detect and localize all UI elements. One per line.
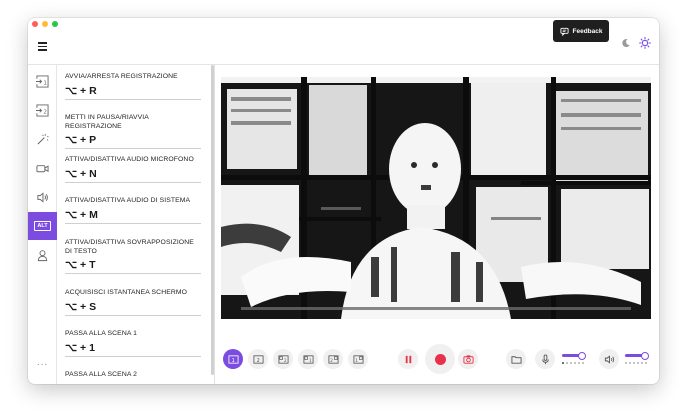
shortcut-keys: ⌥ + N: [65, 167, 97, 180]
system-volume-slider[interactable]: [625, 352, 649, 360]
shortcut-keys: ⌥ + M: [65, 208, 98, 221]
scene-2-icon: 2: [253, 354, 263, 363]
sidebar-item-effects[interactable]: [28, 125, 57, 153]
snapshot-button[interactable]: [458, 349, 478, 369]
scene-layout-5-number: 2: [330, 357, 333, 362]
source-2-icon: 2: [36, 103, 49, 117]
camera-preview-image: [221, 77, 651, 319]
camera-snapshot-icon: [462, 354, 474, 364]
pause-button[interactable]: [398, 349, 418, 369]
shortcut-keys: ⌥ + 1: [65, 341, 95, 354]
folder-button[interactable]: [506, 349, 526, 369]
moon-icon[interactable]: [621, 38, 631, 48]
svg-text:1: 1: [43, 80, 47, 86]
shortcut-keys: ⌥ + R: [65, 84, 97, 97]
camera-icon: [36, 164, 49, 172]
folder-icon: [510, 355, 522, 364]
scene-layout-3-number: 2: [283, 357, 286, 362]
panel-divider: [214, 65, 215, 384]
shortcuts-list: AVVIA/ARRESTA REGISTRAZIONE ⌥ + R METTI …: [58, 65, 210, 384]
microphone-icon: [541, 353, 549, 364]
feedback-button[interactable]: Feedback: [553, 20, 609, 42]
scene-layout-4-button[interactable]: 1: [298, 349, 318, 369]
svg-text:2: 2: [43, 109, 47, 115]
title-bar: Feedback: [28, 18, 659, 64]
shortcut-label: ATTIVA/DISATTIVA AUDIO DI SISTEMA: [65, 197, 191, 204]
shortcut-item[interactable]: PASSA ALLA SCENA 2: [65, 371, 201, 384]
shortcut-item[interactable]: AVVIA/ARRESTA REGISTRAZIONE ⌥ + R: [65, 73, 201, 100]
shortcut-label: ACQUISISCI ISTANTANEA SCHERMO: [65, 289, 187, 296]
chat-icon: [559, 27, 569, 36]
microphone-button[interactable]: [535, 349, 555, 369]
scene-1-icon: 1: [228, 354, 238, 363]
speaker-icon: [37, 191, 48, 203]
sidebar-item-account[interactable]: [28, 241, 57, 269]
close-window-button[interactable]: [32, 21, 38, 27]
sidebar-rail: 1 2 ALT ...: [28, 65, 57, 384]
record-button[interactable]: [425, 344, 455, 374]
shortcut-label: ATTIVA/DISATTIVA SOVRAPPOSIZIONE DI TEST…: [65, 239, 194, 255]
shortcut-label: PASSA ALLA SCENA 2: [65, 371, 137, 378]
microphone-volume-slider[interactable]: [562, 352, 586, 360]
scene-layout-4-number: 1: [308, 357, 311, 362]
shortcut-item[interactable]: PASSA ALLA SCENA 1 ⌥ + 1: [65, 330, 201, 357]
shortcut-label: ATTIVA/DISATTIVA AUDIO MICROFONO: [65, 156, 194, 163]
sidebar-item-shortcuts[interactable]: ALT: [28, 212, 57, 240]
desktop-background: Feedback 1 2 ALT ... AVVIA/ARRESTA REGIS…: [0, 0, 687, 420]
app-window: Feedback 1 2 ALT ... AVVIA/ARRESTA REGIS…: [28, 18, 659, 384]
scene-1-number: 1: [231, 357, 234, 363]
sun-icon[interactable]: [639, 37, 651, 49]
layout-pip-icon: 2: [278, 354, 288, 364]
menu-icon[interactable]: [38, 42, 47, 51]
scene-layout-6-number: 1: [355, 357, 358, 362]
shortcut-item[interactable]: METTI IN PAUSA/RIAVVIA REGISTRAZIONE ⌥ +…: [65, 114, 201, 149]
shortcut-keys: [65, 383, 201, 384]
layout-split-icon: 2: [328, 354, 338, 364]
sidebar-item-source-2[interactable]: 2: [28, 96, 57, 124]
more-options-icon[interactable]: ...: [28, 357, 57, 368]
shortcut-keys: ⌥ + T: [65, 259, 96, 271]
sidebar-item-audio[interactable]: [28, 183, 57, 211]
shortcut-item[interactable]: ATTIVA/DISATTIVA AUDIO DI SISTEMA ⌥ + M: [65, 197, 201, 224]
controls-bar: 1 2 2 1 2 1: [215, 342, 659, 376]
magic-wand-icon: [37, 133, 49, 145]
shortcut-item[interactable]: ACQUISISCI ISTANTANEA SCHERMO ⌥ + S: [65, 289, 201, 316]
scene-2-number: 2: [256, 357, 259, 363]
system-audio-button[interactable]: [599, 349, 619, 369]
shortcut-item[interactable]: ATTIVA/DISATTIVA SOVRAPPOSIZIONE DI TEST…: [65, 239, 201, 274]
pause-icon: [405, 355, 411, 363]
minimize-window-button[interactable]: [42, 21, 48, 27]
zoom-window-button[interactable]: [52, 21, 58, 27]
shortcut-item[interactable]: ATTIVA/DISATTIVA AUDIO MICROFONO ⌥ + N: [65, 156, 201, 183]
user-icon: [37, 249, 48, 261]
shortcut-keys: ⌥ + P: [65, 134, 97, 146]
scene-layout-3-button[interactable]: 2: [273, 349, 293, 369]
feedback-label: Feedback: [572, 27, 603, 35]
microphone-level-meter: [562, 362, 584, 364]
scene-layout-5-button[interactable]: 2: [323, 349, 343, 369]
alt-shortcuts-icon: ALT: [34, 221, 51, 231]
video-preview: [221, 77, 651, 319]
layout-split-icon: 1: [353, 354, 363, 364]
shortcut-label: METTI IN PAUSA/RIAVVIA REGISTRAZIONE: [65, 114, 149, 130]
shortcut-label: AVVIA/ARRESTA REGISTRAZIONE: [65, 73, 178, 80]
shortcut-keys: ⌥ + S: [65, 300, 97, 313]
scene-layout-6-button[interactable]: 1: [348, 349, 368, 369]
sidebar-item-source-1[interactable]: 1: [28, 67, 57, 95]
layout-pip-icon: 1: [303, 354, 313, 364]
system-audio-level-meter: [625, 362, 647, 364]
source-1-icon: 1: [36, 74, 49, 88]
sidebar-item-camera[interactable]: [28, 154, 57, 182]
scene-1-button[interactable]: 1: [223, 349, 243, 369]
speaker-icon: [604, 354, 614, 364]
record-icon: [434, 353, 446, 365]
scene-2-button[interactable]: 2: [248, 349, 268, 369]
shortcut-label: PASSA ALLA SCENA 1: [65, 330, 137, 337]
